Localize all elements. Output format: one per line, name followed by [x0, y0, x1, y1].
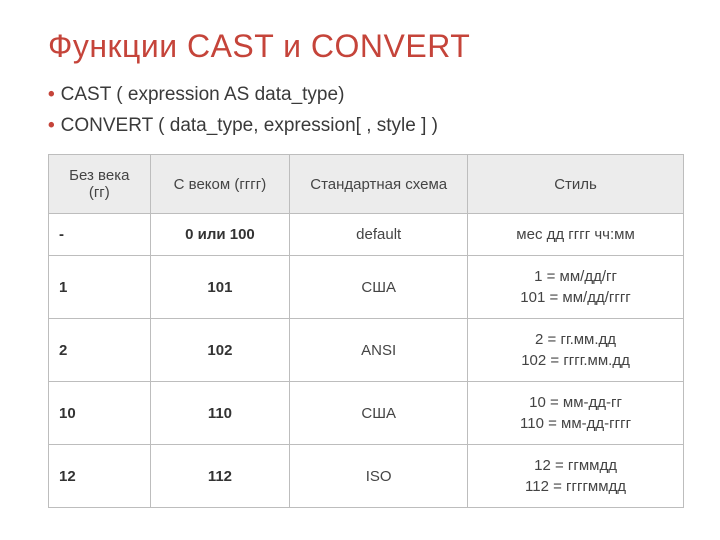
- cell-style: 12 = ггммдд 112 = ггггммдд: [468, 445, 684, 508]
- cell-no-century: 1: [49, 256, 151, 319]
- col-header-style: Стиль: [468, 155, 684, 214]
- bullet-list: • CAST ( expression AS data_type) • CONV…: [48, 81, 684, 140]
- styles-table: Без века (гг) С веком (гггг) Стандартная…: [48, 154, 684, 508]
- table-row: 2 102 ANSI 2 = гг.мм.дд 102 = гггг.мм.дд: [49, 319, 684, 382]
- col-header-standard: Стандартная схема: [290, 155, 468, 214]
- col-header-no-century: Без века (гг): [49, 155, 151, 214]
- cell-no-century: 2: [49, 319, 151, 382]
- cell-standard: default: [290, 214, 468, 256]
- bullet-item: • CONVERT ( data_type, expression[ , sty…: [48, 112, 684, 141]
- cell-style: 1 = мм/дд/гг 101 = мм/дд/гггг: [468, 256, 684, 319]
- bullet-dot-icon: •: [48, 81, 55, 110]
- cell-with-century: 102: [150, 319, 290, 382]
- cell-with-century: 0 или 100: [150, 214, 290, 256]
- cell-with-century: 110: [150, 382, 290, 445]
- cell-no-century: 10: [49, 382, 151, 445]
- table-row: 12 112 ISO 12 = ггммдд 112 = ггггммдд: [49, 445, 684, 508]
- bullet-text: CAST ( expression AS data_type): [61, 81, 345, 110]
- table-row: 1 101 США 1 = мм/дд/гг 101 = мм/дд/гггг: [49, 256, 684, 319]
- cell-with-century: 101: [150, 256, 290, 319]
- col-header-with-century: С веком (гггг): [150, 155, 290, 214]
- bullet-item: • CAST ( expression AS data_type): [48, 81, 684, 110]
- bullet-text: CONVERT ( data_type, expression[ , style…: [61, 112, 438, 141]
- cell-standard: США: [290, 382, 468, 445]
- cell-no-century: 12: [49, 445, 151, 508]
- cell-with-century: 112: [150, 445, 290, 508]
- cell-style: 2 = гг.мм.дд 102 = гггг.мм.дд: [468, 319, 684, 382]
- cell-standard: ANSI: [290, 319, 468, 382]
- bullet-dot-icon: •: [48, 112, 55, 141]
- cell-style: 10 = мм-дд-гг 110 = мм-дд-гггг: [468, 382, 684, 445]
- table-header-row: Без века (гг) С веком (гггг) Стандартная…: [49, 155, 684, 214]
- table-row: - 0 или 100 default мес дд гггг чч:мм: [49, 214, 684, 256]
- table-row: 10 110 США 10 = мм-дд-гг 110 = мм-дд-ггг…: [49, 382, 684, 445]
- cell-standard: США: [290, 256, 468, 319]
- cell-no-century: -: [49, 214, 151, 256]
- cell-standard: ISO: [290, 445, 468, 508]
- cell-style: мес дд гггг чч:мм: [468, 214, 684, 256]
- slide-title: Функции CAST и CONVERT: [48, 28, 684, 65]
